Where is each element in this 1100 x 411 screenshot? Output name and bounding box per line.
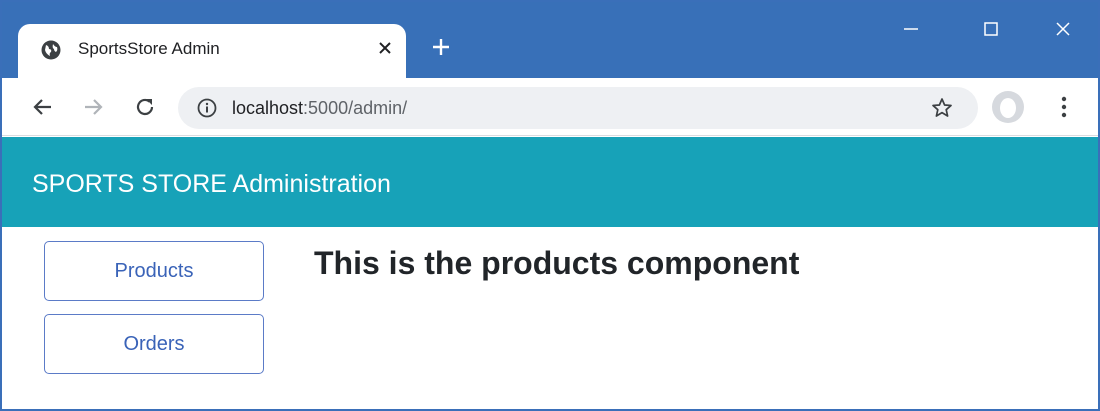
info-icon[interactable]	[196, 97, 218, 119]
arrow-right-icon[interactable]	[78, 92, 108, 122]
close-icon[interactable]	[374, 37, 396, 59]
page-content: SPORTS STORE Administration Products Ord…	[2, 137, 1098, 409]
tab-strip: SportsStore Admin	[2, 2, 1098, 80]
browser-window: SportsStore Admin localhost:5000/admin/ …	[0, 0, 1100, 411]
browser-tab[interactable]: SportsStore Admin	[18, 24, 406, 80]
plus-icon[interactable]	[426, 32, 456, 62]
avatar[interactable]	[992, 91, 1024, 123]
reload-icon[interactable]	[130, 92, 160, 122]
maximize-icon[interactable]	[978, 16, 1004, 42]
app-navbar: SPORTS STORE Administration	[2, 137, 1098, 227]
minimize-icon[interactable]	[898, 16, 924, 42]
url-text: localhost:5000/admin/	[232, 98, 407, 119]
url-path: :5000/admin/	[303, 98, 408, 118]
browser-toolbar: localhost:5000/admin/	[2, 78, 1098, 136]
url-host: localhost	[232, 98, 304, 118]
kebab-menu-icon[interactable]	[1052, 92, 1076, 122]
orders-button[interactable]: Orders	[44, 314, 264, 374]
window-close-icon[interactable]	[1050, 16, 1076, 42]
globe-icon	[40, 39, 62, 61]
page-heading: This is the products component	[314, 245, 800, 281]
arrow-left-icon[interactable]	[28, 92, 58, 122]
tab-title: SportsStore Admin	[78, 39, 220, 58]
brand-title: SPORTS STORE Administration	[32, 170, 391, 198]
address-bar[interactable]: localhost:5000/admin/	[178, 87, 978, 129]
star-icon[interactable]	[930, 96, 954, 120]
products-button[interactable]: Products	[44, 241, 264, 301]
